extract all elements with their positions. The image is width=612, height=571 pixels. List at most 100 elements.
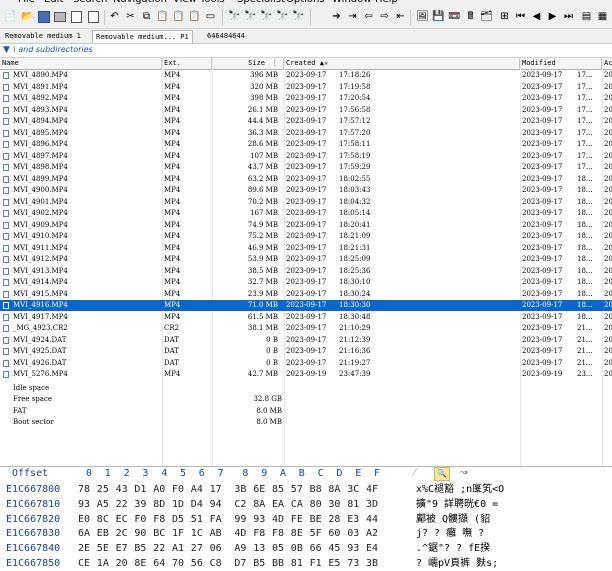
hex-byte[interactable]: 57 <box>291 483 303 497</box>
hex-byte[interactable]: EA <box>272 498 284 512</box>
hex-byte[interactable]: B8 <box>310 483 322 497</box>
hex-byte[interactable]: 6A <box>78 527 90 541</box>
column-header-ext[interactable]: Ext. <box>162 58 212 69</box>
table-row[interactable]: MVI_4896.MP4 MP4 28.6 MB 2023-09-17 17:58:11… <box>0 139 612 150</box>
clone-icon[interactable]: 🗂 <box>480 10 493 23</box>
new-file-icon[interactable]: 📄 <box>4 10 17 23</box>
back-icon[interactable]: ⇦ <box>362 10 375 23</box>
hex-byte[interactable]: A1 <box>172 542 184 556</box>
special-row[interactable]: Free space 32.8 GB <box>0 394 612 405</box>
table-row[interactable]: MVI_4909.MP4 MP4 74.9 MB 2023-09-17 18:20:41… <box>0 220 612 231</box>
table-row[interactable]: MVI_4893.MP4 MP4 26.1 MB 2023-09-17 17:56:58… <box>0 105 612 116</box>
hex-byte[interactable]: B5 <box>134 542 146 556</box>
save-icon[interactable] <box>37 10 50 23</box>
hex-byte[interactable]: 81 <box>347 498 359 512</box>
menu-item-navigation[interactable]: Navigation <box>113 0 167 5</box>
hex-byte[interactable]: 8A <box>328 483 340 497</box>
hex-byte[interactable]: E0 <box>78 513 90 527</box>
hex-byte[interactable]: FA <box>210 513 222 527</box>
hex-byte[interactable]: E5 <box>328 557 340 571</box>
hex-byte[interactable]: A2 <box>366 527 378 541</box>
open-disk-icon[interactable]: 💾 <box>432 10 445 23</box>
view-icon[interactable]: ⊞ <box>498 10 511 23</box>
menu-item-file[interactable]: File <box>18 0 35 5</box>
special-row[interactable]: FAT 8.0 MB <box>0 406 612 417</box>
hex-byte[interactable]: BE <box>310 513 322 527</box>
hex-byte[interactable]: 05 <box>272 542 284 556</box>
hex-byte[interactable]: E3 <box>347 513 359 527</box>
hex-byte[interactable]: 13 <box>253 542 265 556</box>
hex-byte[interactable]: 39 <box>134 498 146 512</box>
hex-byte[interactable]: 17 <box>210 483 222 497</box>
hex-byte[interactable]: 22 <box>153 542 165 556</box>
table-row[interactable]: MVI_4914.MP4 MP4 32.7 MB 2023-09-17 18:30:10… <box>0 277 612 288</box>
hex-byte[interactable]: 0B <box>291 542 303 556</box>
hex-byte[interactable]: D1 <box>134 483 146 497</box>
hex-byte[interactable]: 60 <box>328 527 340 541</box>
hex-byte[interactable]: 80 <box>310 498 322 512</box>
hex-ascii[interactable]: x%C褪豁 ;n匽笂<O <box>416 483 504 497</box>
menu-item-options[interactable]: Options <box>286 0 325 5</box>
hex-byte[interactable]: 3D <box>366 498 378 512</box>
hex-byte[interactable]: 8E <box>291 527 303 541</box>
directory-filter-bar[interactable]: ▼ \ and subdirectories <box>0 44 612 58</box>
hex-byte[interactable]: 4D <box>234 527 246 541</box>
hex-byte[interactable]: 94 <box>210 498 222 512</box>
table-row[interactable]: _MG_4923.CR2 CR2 38.1 MB 2023-09-17 21:10:29… <box>0 323 612 334</box>
hex-editor[interactable]: Offset ⁄ 🔍 ↝ 0123456789ABCDEF E1C667800 7… <box>0 466 612 569</box>
table-row[interactable]: MVI_4917.MP4 MP4 61.5 MB 2023-09-17 18:30:48… <box>0 312 612 323</box>
hex-byte[interactable]: 30 <box>328 498 340 512</box>
filter-icon[interactable]: ▼ <box>3 45 10 55</box>
hex-byte[interactable]: F8 <box>253 527 265 541</box>
calculator-icon[interactable]: 🖩 <box>464 10 477 23</box>
disk-tools-icon[interactable]: 🖼 <box>416 10 429 23</box>
go-to-sector-icon[interactable]: ⇥ <box>346 10 359 23</box>
tab-removable-medium-1[interactable]: Removable medium 1 <box>2 30 84 42</box>
hex-byte[interactable]: 81 <box>291 557 303 571</box>
table-row[interactable]: MVI_4913.MP4 MP4 38.5 MB 2023-09-17 18:25:36… <box>0 266 612 277</box>
hex-ascii[interactable]: j? ? 癰 嘸 ? <box>416 527 484 541</box>
menu-item-window[interactable]: Window <box>332 0 371 5</box>
clear-icon[interactable]: ▭ <box>204 10 217 23</box>
menu-item-specialist[interactable]: Specialist <box>237 0 285 5</box>
hex-byte[interactable]: CA <box>291 498 303 512</box>
table-row[interactable]: MVI_4915.MP4 MP4 23.9 MB 2023-09-17 18:30:24… <box>0 289 612 300</box>
hex-byte[interactable]: F0 <box>172 483 184 497</box>
hex-byte[interactable]: D4 <box>191 498 203 512</box>
hex-byte[interactable]: 5E <box>97 542 109 556</box>
hex-byte[interactable]: 28 <box>328 513 340 527</box>
copy-block-icon[interactable]: ⧉ <box>140 10 153 23</box>
options-icon[interactable]: ▦ <box>596 10 609 23</box>
column-header-created[interactable]: Created ▲▪ <box>284 58 520 69</box>
table-row[interactable]: MVI_4924.DAT DAT 0 B 2023-09-17 21:12:39 2023… <box>0 335 612 346</box>
text-cursor-icon[interactable]: ⁄ <box>414 468 416 478</box>
hex-byte[interactable]: 8A <box>253 498 265 512</box>
find-hex-icon[interactable]: 🔭 <box>244 10 257 23</box>
hex-byte[interactable]: 3B <box>366 557 378 571</box>
hex-byte[interactable]: 1C <box>191 527 203 541</box>
previous-sector-icon[interactable]: ◀ <box>530 10 543 23</box>
table-row[interactable]: MVI_4895.MP4 MP4 36.3 MB 2023-09-17 17:57:20… <box>0 128 612 139</box>
find-text-icon[interactable]: 🔭 <box>228 10 241 23</box>
hex-byte[interactable]: 4D <box>272 513 284 527</box>
bookmark-icon[interactable]: ⇤ <box>394 10 407 23</box>
find-again-icon[interactable]: 🔭 <box>292 10 305 23</box>
hex-byte[interactable]: F0 <box>134 513 146 527</box>
hex-byte[interactable]: 27 <box>191 542 203 556</box>
hex-byte[interactable]: 93 <box>253 513 265 527</box>
table-row[interactable]: MVI_4910.MP4 MP4 75.2 MB 2023-09-17 18:21:09… <box>0 231 612 242</box>
hex-byte[interactable]: 06 <box>210 542 222 556</box>
menu-item-tools[interactable]: Tools <box>200 0 225 5</box>
hex-byte[interactable]: 78 <box>78 483 90 497</box>
column-header-modified[interactable]: Modified <box>520 58 602 69</box>
hex-ascii[interactable]: .^鋸"? ? fE揆 <box>416 542 490 556</box>
open-image-icon[interactable]: 📼 <box>448 10 461 23</box>
hex-byte[interactable]: 8C <box>97 513 109 527</box>
hex-byte[interactable]: 73 <box>347 557 359 571</box>
hex-byte[interactable]: D7 <box>234 557 246 571</box>
go-to-offset-icon[interactable]: ➔ <box>330 10 343 23</box>
hex-byte[interactable]: 03 <box>347 527 359 541</box>
arrow-right-icon[interactable]: ↝ <box>460 468 468 478</box>
hex-byte[interactable]: 51 <box>191 513 203 527</box>
first-sector-icon[interactable]: ⏮ <box>514 10 527 23</box>
